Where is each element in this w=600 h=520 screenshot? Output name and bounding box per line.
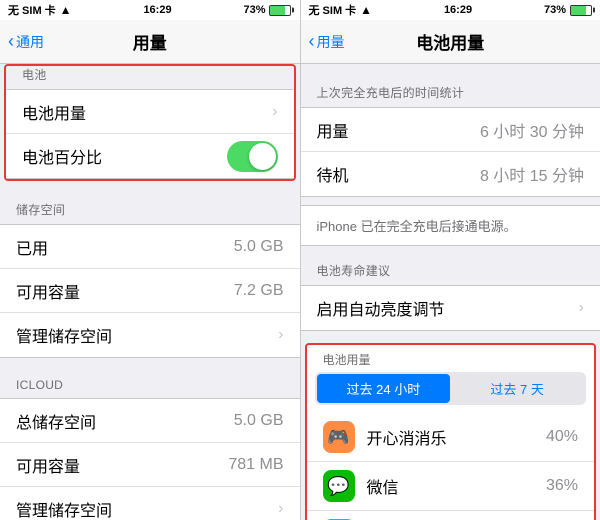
tab-7d[interactable]: 过去 7 天 xyxy=(450,374,584,403)
battery-usage-section: 电池用量 过去 24 小时 过去 7 天 🎮 开心消消乐 40% 💬 微信 36… xyxy=(305,343,597,520)
left-content: 电池 电池用量 › 电池百分比 储存空间 已用 5.0 xyxy=(0,64,300,520)
charge-header: 上次完全充电后的时间统计 xyxy=(301,84,600,107)
storage-manage-row[interactable]: 管理储存空间 › xyxy=(0,313,300,357)
right-status-left: 无 SIM 卡 ▲ xyxy=(309,2,373,18)
standby-value: 8 小时 15 分钟 xyxy=(480,162,584,186)
right-panel: 无 SIM 卡 ▲ 16:29 73% ‹ 用量 电池用量 上次完全充电后的时间… xyxy=(301,0,600,520)
standby-row: 待机 8 小时 15 分钟 xyxy=(301,152,600,196)
left-nav-title: 用量 xyxy=(133,29,167,54)
app-row-2: 🐧 QQ 14% xyxy=(307,511,595,520)
app-icon-1: 💬 xyxy=(323,470,355,502)
left-battery-percent: 73% xyxy=(243,4,265,16)
left-status-left: 无 SIM 卡 ▲ xyxy=(8,2,72,18)
charge-stats-body: 用量 6 小时 30 分钟 待机 8 小时 15 分钟 xyxy=(301,107,600,197)
icloud-manage-arrow: › xyxy=(278,500,283,518)
storage-section-body: 已用 5.0 GB 可用容量 7.2 GB 管理储存空间 › xyxy=(0,224,300,358)
right-back-label: 用量 xyxy=(317,32,345,52)
toggle-knob xyxy=(249,143,276,170)
wifi-icon: ▲ xyxy=(60,3,72,17)
battery-usage-header: 电池用量 xyxy=(307,345,595,372)
storage-available-label: 可用容量 xyxy=(16,279,80,303)
app-name-1: 微信 xyxy=(367,474,546,498)
storage-available-row: 可用容量 7.2 GB xyxy=(0,269,300,313)
suggestion-item: 启用自动亮度调节 xyxy=(317,296,445,320)
usage-row: 用量 6 小时 30 分钟 xyxy=(301,108,600,152)
storage-available-value: 7.2 GB xyxy=(234,282,284,300)
tab-24h[interactable]: 过去 24 小时 xyxy=(317,374,451,403)
icloud-manage-row[interactable]: 管理储存空间 › xyxy=(0,487,300,520)
right-carrier: 无 SIM 卡 xyxy=(309,2,357,18)
charge-stats-section: 上次完全充电后的时间统计 用量 6 小时 30 分钟 待机 8 小时 15 分钟 xyxy=(301,84,600,197)
standby-label: 待机 xyxy=(317,162,349,186)
app-icon-0: 🎮 xyxy=(323,421,355,453)
icloud-available-value: 781 MB xyxy=(228,456,283,474)
left-panel: 无 SIM 卡 ▲ 16:29 73% ‹ 通用 用量 电池 电池用量 › xyxy=(0,0,300,520)
tab-24h-label: 过去 24 小时 xyxy=(347,382,421,397)
left-back-button[interactable]: ‹ 通用 xyxy=(8,31,44,52)
icloud-total-label: 总储存空间 xyxy=(16,409,96,433)
right-status-right: 73% xyxy=(544,4,592,16)
usage-label: 用量 xyxy=(317,118,349,142)
battery-percent-label: 电池百分比 xyxy=(22,144,102,168)
right-chevron-icon: ‹ xyxy=(309,31,315,52)
suggestion-row[interactable]: 启用自动亮度调节 › xyxy=(301,286,600,330)
battery-usage-row[interactable]: 电池用量 › xyxy=(6,90,294,134)
right-back-button[interactable]: ‹ 用量 xyxy=(309,31,345,52)
usage-value: 6 小时 30 分钟 xyxy=(480,118,584,142)
battery-section-highlight: 电池 电池用量 › 电池百分比 xyxy=(4,64,296,181)
battery-usage-arrow: › xyxy=(272,103,277,121)
icloud-section-body: 总储存空间 5.0 GB 可用容量 781 MB 管理储存空间 › xyxy=(0,398,300,520)
app-percent-1: 36% xyxy=(546,477,578,495)
icloud-total-value: 5.0 GB xyxy=(234,412,284,430)
battery-percent-row: 电池百分比 xyxy=(6,134,294,178)
storage-section-header: 储存空间 xyxy=(0,201,300,224)
battery-section-header: 电池 xyxy=(6,66,294,89)
left-back-label: 通用 xyxy=(16,32,44,52)
icloud-total-row: 总储存空间 5.0 GB xyxy=(0,399,300,443)
app-row-1: 💬 微信 36% xyxy=(307,462,595,511)
right-battery-percent: 73% xyxy=(544,4,566,16)
left-carrier: 无 SIM 卡 xyxy=(8,2,56,18)
app-percent-0: 40% xyxy=(546,428,578,446)
tab-bar: 过去 24 小时 过去 7 天 xyxy=(315,372,587,405)
battery-section-body: 电池用量 › 电池百分比 xyxy=(6,89,294,179)
right-time: 16:29 xyxy=(444,4,472,16)
right-wifi-icon: ▲ xyxy=(360,3,372,17)
suggestion-body: 启用自动亮度调节 › xyxy=(301,285,600,331)
right-battery-icon xyxy=(570,5,592,16)
storage-manage-arrow: › xyxy=(278,326,283,344)
storage-manage-label: 管理储存空间 xyxy=(16,323,112,347)
left-time: 16:29 xyxy=(143,4,171,16)
suggestion-label: 电池寿命建议 xyxy=(301,262,600,285)
tab-7d-label: 过去 7 天 xyxy=(490,382,543,397)
storage-used-label: 已用 xyxy=(16,235,48,259)
icloud-available-row: 可用容量 781 MB xyxy=(0,443,300,487)
icloud-section: ICLOUD 总储存空间 5.0 GB 可用容量 781 MB 管理储存空间 › xyxy=(0,378,300,520)
right-status-bar: 无 SIM 卡 ▲ 16:29 73% xyxy=(301,0,600,20)
battery-icon xyxy=(269,5,291,16)
left-chevron-icon: ‹ xyxy=(8,31,14,52)
storage-used-value: 5.0 GB xyxy=(234,238,284,256)
notice-text: iPhone 已在完全充电后接通电源。 xyxy=(317,219,517,234)
right-content: 上次完全充电后的时间统计 用量 6 小时 30 分钟 待机 8 小时 15 分钟… xyxy=(301,64,600,520)
right-battery-fill xyxy=(571,6,586,15)
suggestion-arrow: › xyxy=(579,299,584,317)
suggestion-section: 电池寿命建议 启用自动亮度调节 › xyxy=(301,262,600,331)
app-name-0: 开心消消乐 xyxy=(367,425,546,449)
icloud-manage-label: 管理储存空间 xyxy=(16,497,112,520)
left-status-bar: 无 SIM 卡 ▲ 16:29 73% xyxy=(0,0,300,20)
app-row-0: 🎮 开心消消乐 40% xyxy=(307,413,595,462)
right-nav-bar: ‹ 用量 电池用量 xyxy=(301,20,600,64)
storage-used-row: 已用 5.0 GB xyxy=(0,225,300,269)
notice-block: iPhone 已在完全充电后接通电源。 xyxy=(301,205,600,246)
left-status-right: 73% xyxy=(243,4,291,16)
icloud-section-header: ICLOUD xyxy=(0,378,300,398)
storage-section: 储存空间 已用 5.0 GB 可用容量 7.2 GB 管理储存空间 › xyxy=(0,201,300,358)
left-nav-bar: ‹ 通用 用量 xyxy=(0,20,300,64)
battery-usage-label: 电池用量 xyxy=(22,100,86,124)
battery-percent-toggle[interactable] xyxy=(227,141,278,172)
right-nav-title: 电池用量 xyxy=(416,29,484,54)
icloud-available-label: 可用容量 xyxy=(16,453,80,477)
battery-fill xyxy=(270,6,285,15)
